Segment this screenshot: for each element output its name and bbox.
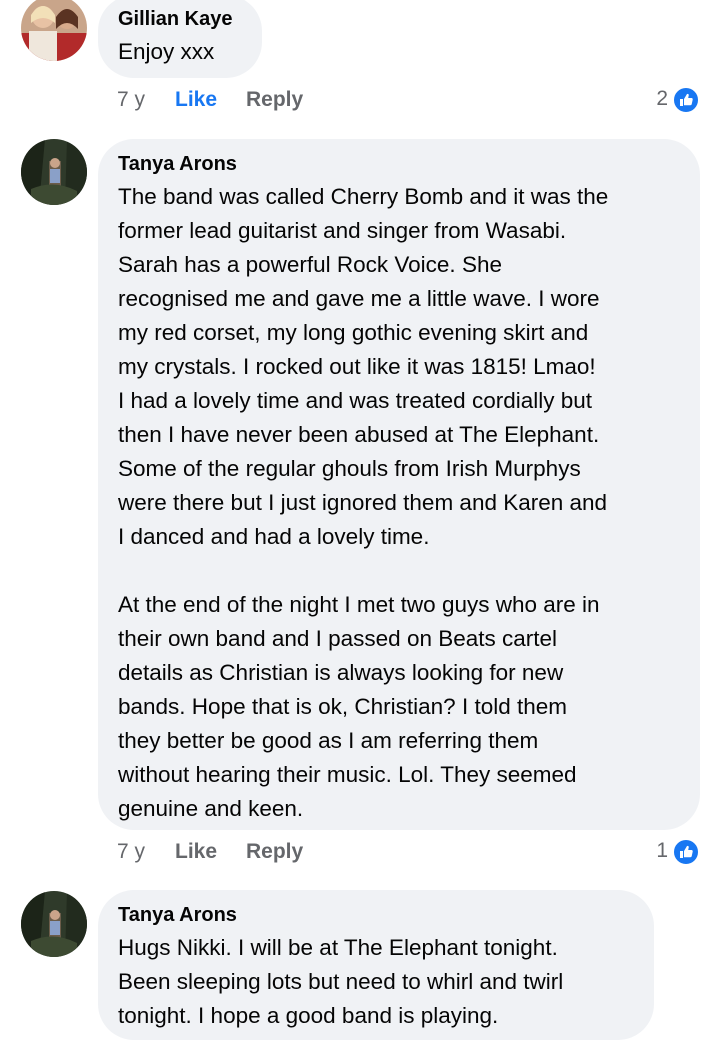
comment-text-line: tonight. I hope a good band is playing. <box>118 1003 499 1028</box>
avatar-photo-icon <box>21 891 87 957</box>
comment-text-line: Been sleeping lots but need to whirl and… <box>118 969 564 994</box>
comment-bubble: Tanya Arons Hugs Nikki. I will be at The… <box>98 890 654 1040</box>
comment-author[interactable]: Tanya Arons <box>118 904 237 927</box>
comment-text-line: Hugs Nikki. I will be at The Elephant to… <box>118 935 558 960</box>
avatar[interactable] <box>21 891 87 957</box>
comment: Tanya Arons Hugs Nikki. I will be at The… <box>0 0 720 1043</box>
